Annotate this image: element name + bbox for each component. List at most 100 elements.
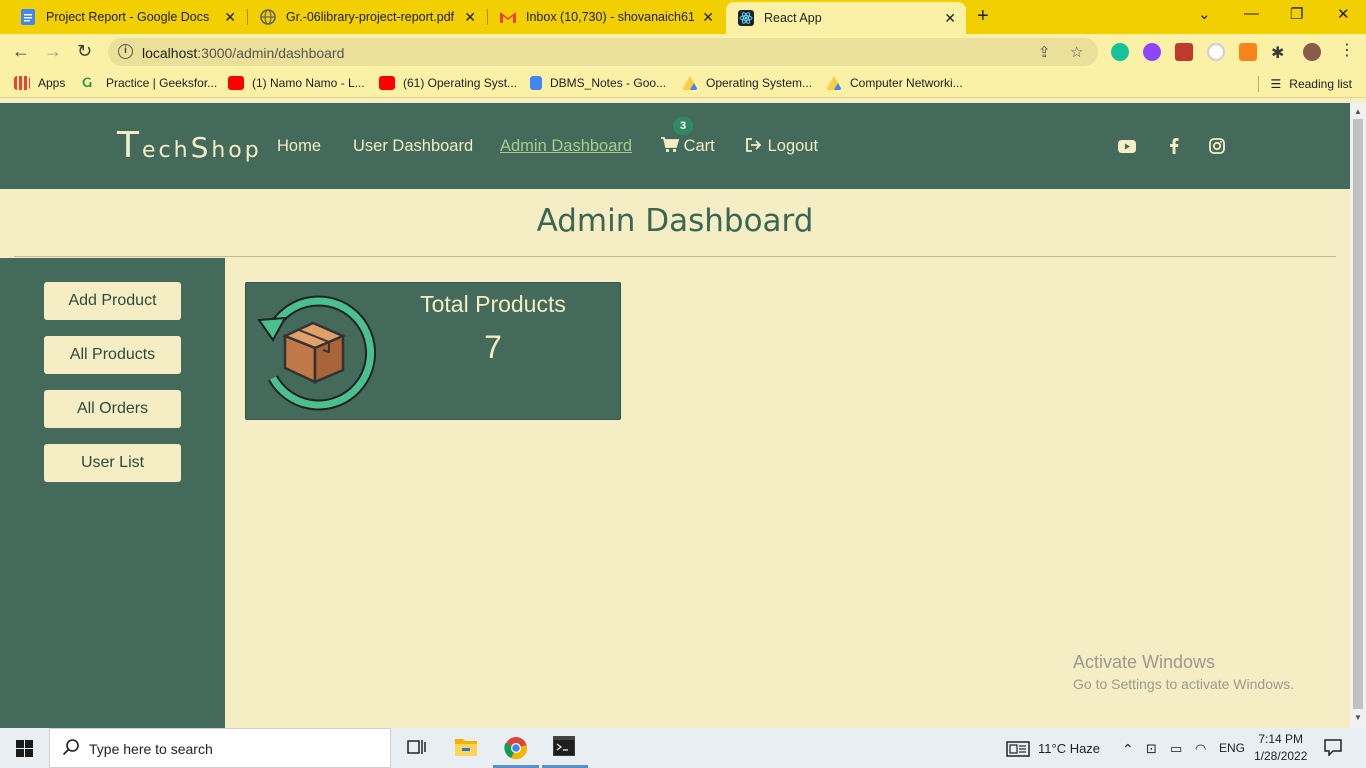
weather-text[interactable]: 11°C Haze	[1038, 741, 1100, 756]
grammarly-extension-icon[interactable]	[1111, 43, 1129, 61]
tab-search-chevron-icon[interactable]: ⌄	[1198, 5, 1211, 23]
tab-title: Inbox (10,730) - shovanaich611@	[526, 10, 694, 24]
total-products-count: 7	[484, 329, 502, 365]
bookmark-apps[interactable]: Apps	[14, 76, 65, 90]
minimize-icon[interactable]: —	[1244, 5, 1259, 22]
react-icon	[738, 10, 754, 26]
bookmark-namo[interactable]: (1) Namo Namo - L...	[228, 76, 365, 90]
card-title: Total Products	[420, 291, 566, 317]
nav-home[interactable]: Home	[277, 137, 321, 156]
extension-red-icon[interactable]	[1175, 43, 1193, 61]
globe-icon	[260, 9, 276, 25]
url-text: localhost:3000/admin/dashboard	[142, 45, 345, 61]
divider	[1257, 76, 1259, 92]
youtube-icon[interactable]	[1118, 137, 1136, 155]
close-tab-icon[interactable]: ✕	[702, 9, 714, 26]
tab-pdf[interactable]: Gr.-06library-project-report.pdf ✕	[248, 0, 486, 34]
reading-list-label: Reading list	[1289, 77, 1352, 91]
watermark-line2: Go to Settings to activate Windows.	[1073, 676, 1294, 692]
back-arrow-icon[interactable]: ←	[12, 41, 30, 62]
user-list-button[interactable]: User List	[44, 444, 181, 482]
tab-title: React App	[764, 11, 822, 25]
extensions-puzzle-icon[interactable]: ✱	[1271, 43, 1289, 62]
extension-purple-icon[interactable]	[1143, 43, 1161, 61]
file-explorer-icon[interactable]	[454, 736, 478, 760]
close-tab-icon[interactable]: ✕	[944, 10, 956, 27]
chrome-menu-icon[interactable]: ⋮	[1339, 40, 1357, 59]
all-orders-button[interactable]: All Orders	[44, 390, 181, 428]
bookmark-computer-networking[interactable]: Computer Networki...	[826, 76, 963, 90]
watermark-line1: Activate Windows	[1073, 652, 1216, 672]
tab-project-report[interactable]: Project Report - Google Docs ✕	[8, 0, 246, 34]
profile-avatar[interactable]	[1303, 43, 1321, 61]
search-icon	[62, 738, 80, 761]
add-product-button[interactable]: Add Product	[44, 282, 181, 320]
all-products-button[interactable]: All Products	[44, 336, 181, 374]
page-scrollbar[interactable]: ▲ ▼	[1350, 103, 1366, 728]
cart-label: Cart	[683, 137, 715, 155]
address-bar[interactable]: i localhost:3000/admin/dashboard ⇪ ☆	[108, 38, 1098, 66]
bookmark-label: DBMS_Notes - Goo...	[550, 76, 667, 90]
browser-tab-strip: Project Report - Google Docs ✕ Gr.-06lib…	[0, 0, 1366, 34]
page-title: Admin Dashboard	[536, 203, 814, 239]
gmail-icon	[500, 9, 516, 25]
nav-cart[interactable]: Cart	[661, 137, 715, 156]
language-indicator[interactable]: ENG	[1219, 741, 1245, 755]
weather-icon[interactable]	[1006, 741, 1030, 760]
reading-list[interactable]: ☰ Reading list	[1257, 76, 1352, 92]
metamask-extension-icon[interactable]	[1239, 43, 1257, 61]
scroll-up-arrow-icon[interactable]: ▲	[1354, 107, 1362, 116]
close-tab-icon[interactable]: ✕	[224, 9, 236, 26]
nav-user-dashboard[interactable]: User Dashboard	[353, 137, 473, 156]
system-clock[interactable]: 7:14 PM 1/28/2022	[1254, 731, 1307, 765]
bookmark-label: (1) Namo Namo - L...	[252, 76, 365, 90]
meet-now-icon[interactable]: ⊡	[1146, 741, 1157, 757]
google-docs-icon	[530, 76, 542, 90]
youtube-icon	[379, 76, 395, 90]
logout-icon	[745, 137, 768, 155]
geeksforgeeks-icon: Ⴚ	[82, 76, 92, 90]
facebook-icon[interactable]	[1165, 137, 1183, 155]
forward-arrow-icon[interactable]: →	[44, 41, 62, 62]
tab-react-app[interactable]: React App ✕	[726, 2, 966, 34]
tab-title: Project Report - Google Docs	[46, 10, 210, 24]
instagram-icon[interactable]	[1208, 137, 1226, 155]
restore-icon[interactable]: ❐	[1290, 5, 1303, 23]
browser-toolbar: ← → ↻ i localhost:3000/admin/dashboard ⇪…	[0, 34, 1366, 70]
windows-start-icon[interactable]	[16, 740, 33, 757]
bookmark-operating-syst[interactable]: (61) Operating Syst...	[379, 76, 517, 90]
activate-windows-watermark: Activate Windows Go to Settings to activ…	[1073, 652, 1294, 692]
terminal-icon[interactable]	[552, 735, 577, 760]
techshop-logo[interactable]: TechShop	[117, 125, 262, 166]
scroll-down-arrow-icon[interactable]: ▼	[1354, 713, 1362, 722]
scrollbar-thumb[interactable]	[1353, 119, 1363, 709]
taskbar-search-box[interactable]: Type here to search	[49, 728, 391, 768]
task-view-icon[interactable]	[405, 736, 429, 760]
bookmark-label: (61) Operating Syst...	[403, 76, 518, 90]
reading-list-icon: ☰	[1270, 77, 1282, 91]
bookmark-label: Practice | Geeksfor...	[106, 76, 218, 90]
bookmark-operating-system[interactable]: Operating System...	[682, 76, 812, 90]
bookmark-practice[interactable]: Ⴚ Practice | Geeksfor...	[82, 76, 217, 90]
battery-icon[interactable]: ▭	[1170, 741, 1182, 757]
nav-admin-dashboard[interactable]: Admin Dashboard	[500, 137, 632, 156]
site-info-icon[interactable]: i	[118, 44, 133, 59]
wifi-icon[interactable]: ◠	[1195, 741, 1206, 757]
extension-white-icon[interactable]	[1207, 43, 1225, 61]
admin-sidebar: Add Product All Products All Orders User…	[0, 258, 225, 728]
chrome-icon[interactable]	[504, 736, 528, 760]
nav-logout[interactable]: Logout	[745, 137, 818, 156]
reload-icon[interactable]: ↻	[77, 41, 92, 62]
share-icon[interactable]: ⇪	[1038, 43, 1051, 61]
bookmark-dbms-notes[interactable]: DBMS_Notes - Goo...	[530, 76, 666, 90]
bookmark-label: Operating System...	[706, 76, 813, 90]
bookmark-star-icon[interactable]: ☆	[1070, 43, 1083, 61]
close-tab-icon[interactable]: ✕	[464, 9, 476, 26]
tab-gmail[interactable]: Inbox (10,730) - shovanaich611@ ✕	[488, 0, 724, 34]
google-drive-icon	[826, 76, 842, 90]
new-tab-plus-icon[interactable]: +	[977, 5, 989, 28]
notifications-icon[interactable]	[1324, 738, 1342, 759]
tray-chevron-up-icon[interactable]: ⌃	[1122, 741, 1134, 758]
cart-icon	[661, 137, 684, 155]
close-window-icon[interactable]: ✕	[1337, 5, 1350, 23]
